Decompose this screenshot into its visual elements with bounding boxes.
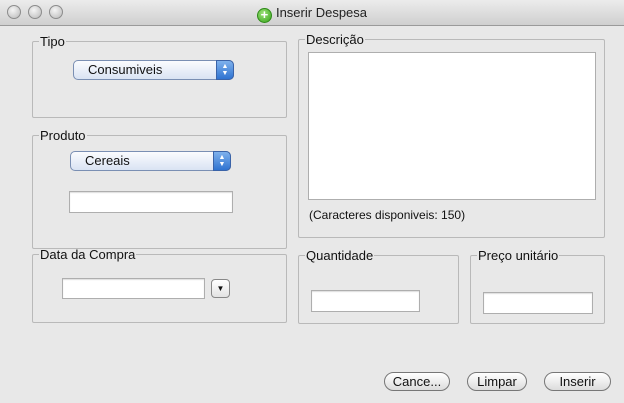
title-bar: + Inserir Despesa: [0, 0, 624, 26]
data-compra-legend: Data da Compra: [40, 247, 136, 262]
descricao-textarea[interactable]: [308, 52, 596, 200]
preco-field[interactable]: [483, 292, 593, 314]
date-dropdown-button[interactable]: ▼: [211, 279, 230, 298]
preco-legend: Preço unitário: [478, 248, 559, 263]
descricao-char-counter: (Caracteres disponiveis: 150): [309, 208, 466, 222]
quantidade-legend: Quantidade: [306, 248, 374, 263]
add-icon: +: [256, 8, 272, 23]
dialog-content: Tipo Consumiveis ▲ ▼ Produto Cereais ▲ ▼ D…: [0, 26, 624, 403]
produto-selected-value: Cereais: [85, 153, 130, 168]
produto-text-field[interactable]: [69, 191, 233, 213]
data-compra-field[interactable]: [62, 278, 205, 299]
produto-legend: Produto: [40, 128, 86, 143]
tipo-select[interactable]: Consumiveis ▲ ▼: [73, 60, 234, 80]
tipo-legend: Tipo: [40, 34, 65, 49]
window-title-container: + Inserir Despesa: [0, 5, 624, 23]
produto-select[interactable]: Cereais ▲ ▼: [70, 151, 231, 171]
quantidade-group: Quantidade: [298, 248, 459, 324]
cancel-button[interactable]: Cance...: [384, 372, 450, 391]
chevron-down-icon: ▼: [216, 284, 225, 293]
up-down-arrows-icon: ▲ ▼: [216, 60, 234, 80]
descricao-legend: Descrição: [306, 32, 364, 47]
up-down-arrows-icon: ▲ ▼: [213, 151, 231, 171]
produto-group: Produto: [32, 128, 287, 249]
window-title: Inserir Despesa: [275, 5, 368, 20]
insert-button[interactable]: Inserir: [544, 372, 611, 391]
clear-button[interactable]: Limpar: [467, 372, 527, 391]
tipo-selected-value: Consumiveis: [88, 62, 163, 77]
quantidade-field[interactable]: [311, 290, 420, 312]
